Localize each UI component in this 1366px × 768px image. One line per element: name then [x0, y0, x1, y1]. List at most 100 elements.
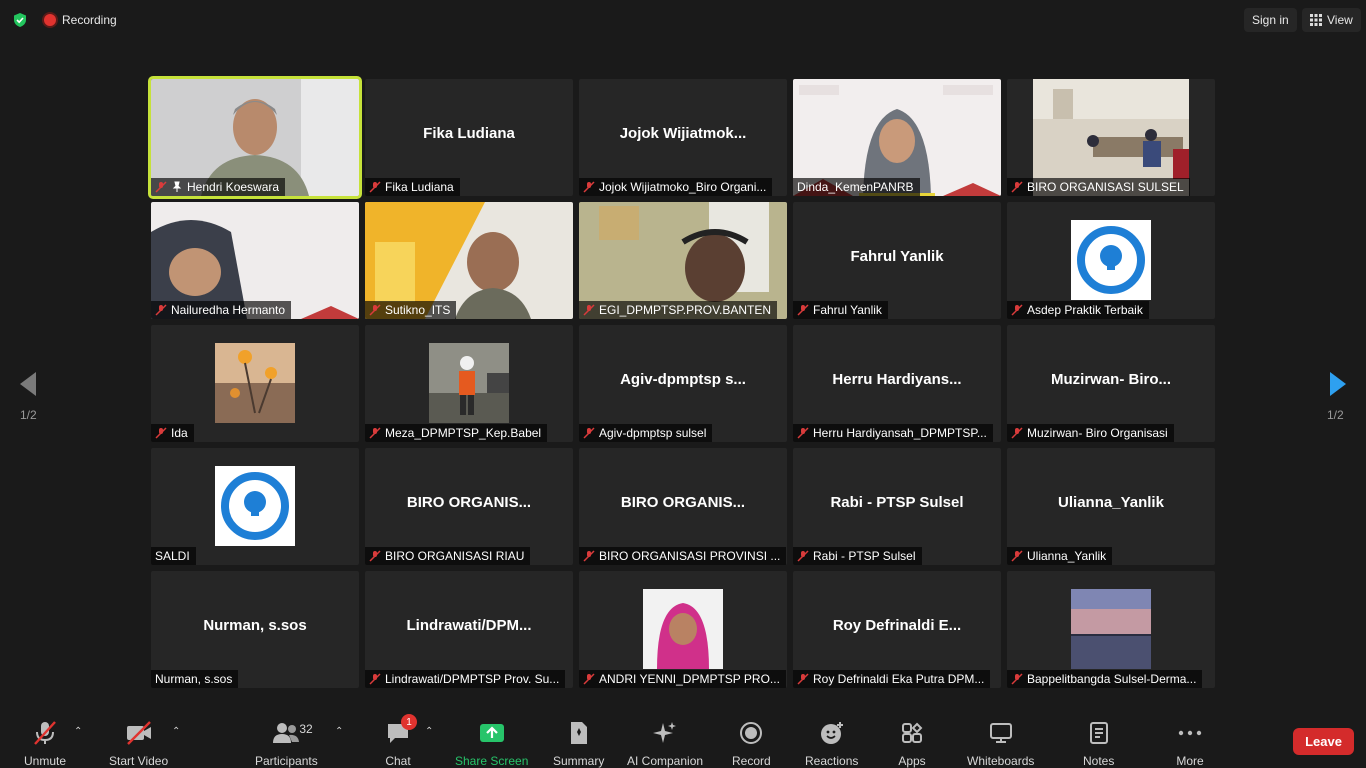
participants-button[interactable]: 32 Participants: [255, 720, 318, 768]
participant-name-label: Sutikno_ITS: [365, 301, 457, 319]
chat-options-chevron-icon[interactable]: ⌃: [425, 726, 433, 737]
camera-off-icon: [124, 720, 154, 746]
sign-in-button[interactable]: Sign in: [1244, 8, 1297, 32]
more-button[interactable]: More: [1175, 720, 1205, 768]
view-label: View: [1327, 13, 1353, 27]
participant-tile[interactable]: Asdep Praktik Terbaik: [1007, 202, 1215, 319]
video-options-chevron-icon[interactable]: ⌃: [172, 726, 180, 737]
participant-avatar: [643, 589, 723, 669]
unmute-button[interactable]: Unmute: [24, 720, 66, 768]
participant-display-name: Jojok Wijiatmok...: [619, 125, 747, 142]
participant-name-label: BIRO ORGANISASI SULSEL: [1007, 178, 1190, 196]
participant-tile[interactable]: Bappelitbangda Sulsel-Derma...: [1007, 571, 1215, 688]
participant-tile[interactable]: Meza_DPMPTSP_Kep.Babel: [365, 325, 573, 442]
muted-mic-icon: [369, 181, 381, 193]
notes-button[interactable]: Notes: [1083, 720, 1114, 768]
top-bar: Recording Sign in View: [0, 0, 1366, 40]
start-video-button[interactable]: Start Video: [109, 720, 168, 768]
whiteboards-button[interactable]: Whiteboards: [967, 720, 1034, 768]
grid-icon: [1310, 14, 1322, 26]
smiley-plus-icon: [817, 720, 847, 746]
participant-display-name: Lindrawati/DPM...: [406, 617, 532, 634]
participants-options-chevron-icon[interactable]: ⌃: [335, 726, 343, 737]
muted-mic-icon: [155, 181, 167, 193]
participant-name-label: Muzirwan- Biro Organisasi: [1007, 424, 1174, 442]
participant-tile[interactable]: BIRO ORGANIS... BIRO ORGANISASI RIAU: [365, 448, 573, 565]
participant-tile[interactable]: Ida: [151, 325, 359, 442]
participant-display-name: BIRO ORGANIS...: [406, 494, 532, 511]
participant-tile[interactable]: Lindrawati/DPM... Lindrawati/DPMPTSP Pro…: [365, 571, 573, 688]
muted-mic-icon: [155, 427, 167, 439]
participant-display-name: Rabi - PTSP Sulsel: [830, 494, 964, 511]
chat-unread-badge: 1: [401, 714, 417, 730]
participant-tile[interactable]: Fahrul Yanlik Fahrul Yanlik: [793, 202, 1001, 319]
participants-count: 32: [299, 722, 313, 736]
gallery-grid: Hendri Koeswara Fika Ludiana Fika Ludian…: [147, 75, 1219, 691]
whiteboard-icon: [986, 720, 1016, 746]
participant-tile[interactable]: Nurman, s.sos Nurman, s.sos: [151, 571, 359, 688]
audio-options-chevron-icon[interactable]: ⌃: [74, 726, 82, 737]
more-dots-icon: [1175, 720, 1205, 746]
participant-tile[interactable]: EGI_DPMPTSP.PROV.BANTEN: [579, 202, 787, 319]
participant-name-label: Roy Defrinaldi Eka Putra DPM...: [793, 670, 991, 688]
notes-icon: [1084, 720, 1114, 746]
participant-tile[interactable]: ANDRI YENNI_DPMPTSP PRO...: [579, 571, 787, 688]
view-button[interactable]: View: [1302, 8, 1361, 32]
participant-tile[interactable]: BIRO ORGANIS... BIRO ORGANISASI PROVINSI…: [579, 448, 787, 565]
participant-tile[interactable]: Muzirwan- Biro... Muzirwan- Biro Organis…: [1007, 325, 1215, 442]
participant-tile[interactable]: Dinda_KemenPANRB: [793, 79, 1001, 196]
participant-avatar: [1071, 220, 1151, 300]
leave-button[interactable]: Leave: [1293, 728, 1354, 755]
participant-display-name: Herru Hardiyans...: [832, 371, 962, 388]
muted-mic-icon: [797, 550, 809, 562]
reactions-button[interactable]: Reactions: [805, 720, 858, 768]
participant-tile[interactable]: Fika Ludiana Fika Ludiana: [365, 79, 573, 196]
muted-mic-icon: [797, 427, 809, 439]
participant-tile[interactable]: Nailuredha Hermanto: [151, 202, 359, 319]
summary-button[interactable]: Summary: [553, 720, 604, 768]
participant-name-label: Nurman, s.sos: [151, 670, 239, 688]
ai-companion-button[interactable]: AI Companion: [627, 720, 703, 768]
apps-button[interactable]: Apps: [897, 720, 927, 768]
record-button[interactable]: Record: [732, 720, 771, 768]
muted-mic-icon: [369, 304, 381, 316]
participant-tile[interactable]: Ulianna_Yanlik Ulianna_Yanlik: [1007, 448, 1215, 565]
muted-mic-icon: [1011, 673, 1023, 685]
participant-tile[interactable]: Agiv-dpmptsp s... Agiv-dpmptsp sulsel: [579, 325, 787, 442]
participant-display-name: Nurman, s.sos: [203, 617, 307, 634]
participants-icon: 32: [271, 720, 313, 746]
participant-tile[interactable]: Hendri Koeswara: [148, 76, 362, 199]
muted-mic-icon: [369, 427, 381, 439]
muted-mic-icon: [797, 304, 809, 316]
participant-avatar: [215, 466, 295, 546]
participant-tile[interactable]: BIRO ORGANISASI SULSEL: [1007, 79, 1215, 196]
recording-indicator[interactable]: Recording: [38, 7, 127, 33]
participant-tile[interactable]: Roy Defrinaldi E... Roy Defrinaldi Eka P…: [793, 571, 1001, 688]
share-screen-button[interactable]: Share Screen: [455, 720, 528, 768]
participant-tile[interactable]: SALDI: [151, 448, 359, 565]
participant-avatar: [215, 343, 295, 423]
apps-icon: [897, 720, 927, 746]
page-indicator-left: 1/2: [20, 408, 37, 422]
participant-tile[interactable]: Rabi - PTSP Sulsel Rabi - PTSP Sulsel: [793, 448, 1001, 565]
participant-name-label: Hendri Koeswara: [151, 178, 286, 196]
muted-mic-icon: [369, 550, 381, 562]
participant-tile[interactable]: Herru Hardiyans... Herru Hardiyansah_DPM…: [793, 325, 1001, 442]
participant-name-label: BIRO ORGANISASI RIAU: [365, 547, 531, 565]
chat-button[interactable]: 1 Chat: [383, 714, 417, 768]
participant-name-label: Lindrawati/DPMPTSP Prov. Su...: [365, 670, 566, 688]
participant-name-label: Dinda_KemenPANRB: [793, 178, 920, 196]
participant-display-name: Muzirwan- Biro...: [1051, 371, 1171, 388]
next-page-arrow-icon[interactable]: [1328, 370, 1348, 398]
participant-display-name: Agiv-dpmptsp s...: [620, 371, 746, 388]
muted-mic-icon: [797, 673, 809, 685]
muted-mic-icon: [1011, 181, 1023, 193]
previous-page-arrow-icon[interactable]: [18, 370, 38, 398]
participant-tile[interactable]: Jojok Wijiatmok... Jojok Wijiatmoko_Biro…: [579, 79, 787, 196]
participant-name-label: Fahrul Yanlik: [793, 301, 888, 319]
shield-icon[interactable]: [12, 12, 28, 28]
participant-name-label: Agiv-dpmptsp sulsel: [579, 424, 713, 442]
record-icon: [736, 720, 766, 746]
participant-tile[interactable]: Sutikno_ITS: [365, 202, 573, 319]
participant-avatar: [429, 343, 509, 423]
